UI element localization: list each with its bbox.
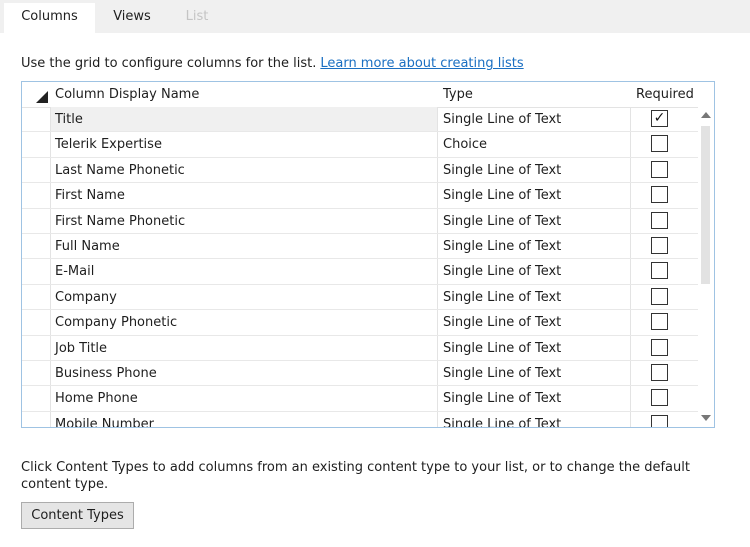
content-types-button[interactable]: Content Types	[21, 502, 134, 529]
table-row[interactable]: Last Name Phonetic Single Line of Text	[22, 157, 698, 184]
table-row[interactable]: First Name Single Line of Text	[22, 183, 698, 209]
row-header[interactable]	[22, 183, 51, 208]
required-checkbox[interactable]: ✓	[651, 110, 668, 127]
column-name-cell[interactable]: First Name Phonetic	[51, 208, 438, 233]
table-row[interactable]: Title Single Line of Text ✓	[22, 107, 698, 133]
content-types-hint: Click Content Types to add columns from …	[21, 460, 690, 492]
row-header[interactable]	[22, 411, 51, 427]
tab-list: List	[185, 9, 209, 24]
sort-indicator-icon[interactable]	[36, 91, 48, 103]
table-row[interactable]: Business Phone Single Line of Text	[22, 360, 698, 387]
required-cell	[631, 285, 698, 309]
required-checkbox[interactable]	[651, 287, 668, 305]
required-checkbox[interactable]	[651, 338, 668, 356]
required-cell	[631, 386, 698, 410]
table-row[interactable]: Company Phonetic Single Line of Text	[22, 310, 698, 336]
required-checkbox[interactable]	[651, 313, 668, 331]
vertical-scrollbar[interactable]	[698, 107, 714, 427]
scroll-down-icon[interactable]	[701, 415, 711, 421]
row-header[interactable]	[22, 132, 51, 157]
column-name-cell[interactable]: Telerik Expertise	[51, 132, 438, 157]
column-name-cell[interactable]: E-Mail	[51, 259, 438, 284]
column-type-cell[interactable]: Single Line of Text	[438, 335, 631, 360]
row-header[interactable]	[22, 233, 51, 259]
table-row[interactable]: E-Mail Single Line of Text	[22, 259, 698, 285]
column-type-cell[interactable]: Single Line of Text	[438, 259, 631, 284]
tab-views[interactable]: Views	[98, 3, 166, 33]
required-checkbox[interactable]	[651, 363, 668, 381]
row-header[interactable]	[22, 335, 51, 360]
intro-text: Use the grid to configure columns for th…	[21, 56, 524, 71]
required-cell	[631, 234, 698, 258]
table-row[interactable]: Mobile Number Single Line of Text	[22, 411, 698, 427]
required-cell	[631, 361, 698, 385]
column-type-cell[interactable]: Single Line of Text	[438, 107, 631, 132]
row-header[interactable]	[22, 157, 51, 183]
row-header[interactable]	[22, 208, 51, 233]
learn-more-link[interactable]: Learn more about creating lists	[320, 56, 523, 71]
column-type-cell[interactable]: Single Line of Text	[438, 360, 631, 386]
row-header[interactable]	[22, 284, 51, 310]
required-cell	[631, 209, 698, 233]
required-checkbox[interactable]	[651, 236, 668, 254]
required-cell	[631, 412, 698, 427]
required-cell	[631, 336, 698, 360]
column-type-cell[interactable]: Single Line of Text	[438, 411, 631, 427]
required-checkbox[interactable]	[651, 135, 668, 153]
required-checkbox[interactable]	[651, 389, 668, 407]
column-type-cell[interactable]: Single Line of Text	[438, 310, 631, 335]
row-header[interactable]	[22, 386, 51, 411]
scroll-up-icon[interactable]	[701, 112, 711, 118]
column-type-cell[interactable]: Single Line of Text	[438, 386, 631, 411]
tab-strip: Columns Views List	[0, 0, 750, 33]
table-row[interactable]: First Name Phonetic Single Line of Text	[22, 208, 698, 234]
table-row[interactable]: Full Name Single Line of Text	[22, 233, 698, 260]
intro-label: Use the grid to configure columns for th…	[21, 56, 317, 71]
table-row[interactable]: Job Title Single Line of Text	[22, 335, 698, 361]
table-row[interactable]: Company Single Line of Text	[22, 284, 698, 311]
column-name-cell[interactable]: Business Phone	[51, 360, 438, 386]
column-name-cell[interactable]: Job Title	[51, 335, 438, 360]
column-type-cell[interactable]: Single Line of Text	[438, 208, 631, 233]
table-row[interactable]: Home Phone Single Line of Text	[22, 386, 698, 412]
column-name-cell[interactable]: First Name	[51, 183, 438, 208]
required-cell	[631, 132, 698, 156]
required-cell: ✓	[631, 107, 698, 131]
column-name-cell[interactable]: Last Name Phonetic	[51, 157, 438, 183]
required-checkbox[interactable]	[651, 160, 668, 178]
required-cell	[631, 183, 698, 207]
header-required[interactable]: Required	[636, 82, 694, 107]
column-name-cell[interactable]: Title	[51, 107, 438, 132]
required-checkbox[interactable]	[651, 186, 668, 204]
row-header[interactable]	[22, 360, 51, 386]
header-type[interactable]: Type	[443, 82, 473, 107]
column-name-cell[interactable]: Mobile Number	[51, 411, 438, 427]
column-type-cell[interactable]: Single Line of Text	[438, 183, 631, 208]
required-checkbox[interactable]	[651, 262, 668, 280]
row-header[interactable]	[22, 310, 51, 335]
grid-header: Column Display Name Type Required	[22, 82, 698, 108]
required-checkbox[interactable]	[651, 414, 668, 427]
column-type-cell[interactable]: Single Line of Text	[438, 284, 631, 310]
column-name-cell[interactable]: Company	[51, 284, 438, 310]
column-type-cell[interactable]: Single Line of Text	[438, 157, 631, 183]
columns-grid: Column Display Name Type Required Title S…	[21, 81, 715, 428]
column-type-cell[interactable]: Single Line of Text	[438, 233, 631, 259]
column-name-cell[interactable]: Company Phonetic	[51, 310, 438, 335]
tab-columns[interactable]: Columns	[4, 3, 95, 33]
row-header[interactable]	[22, 107, 51, 132]
header-column-display-name[interactable]: Column Display Name	[55, 82, 199, 107]
row-header[interactable]	[22, 259, 51, 284]
table-row[interactable]: Telerik Expertise Choice	[22, 132, 698, 158]
scroll-thumb[interactable]	[701, 126, 710, 284]
required-cell	[631, 158, 698, 182]
column-name-cell[interactable]: Full Name	[51, 233, 438, 259]
column-type-cell[interactable]: Choice	[438, 132, 631, 157]
required-cell	[631, 310, 698, 334]
required-checkbox[interactable]	[651, 211, 668, 229]
grid-rows: Title Single Line of Text ✓ Telerik Experti…	[22, 107, 698, 427]
required-cell	[631, 259, 698, 283]
column-name-cell[interactable]: Home Phone	[51, 386, 438, 411]
